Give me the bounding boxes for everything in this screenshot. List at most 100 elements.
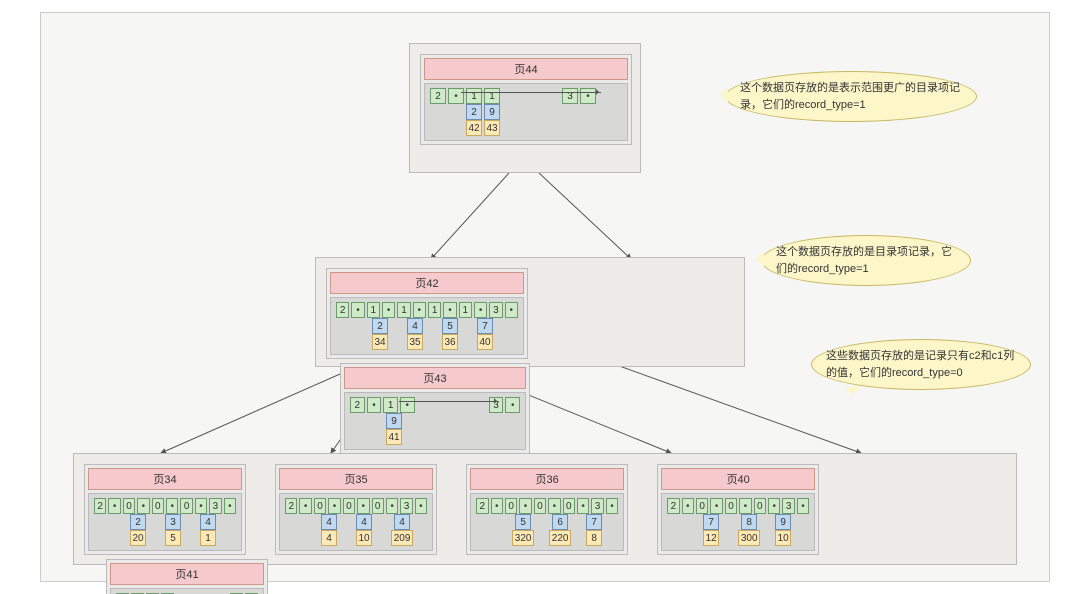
dot bbox=[606, 498, 618, 514]
supremum-type: 3 bbox=[489, 302, 502, 318]
c2-val: 4 bbox=[321, 514, 337, 530]
page-body: 2 0 0 0 3 5320 6220 78 bbox=[470, 493, 624, 551]
page-34: 页34 2 0 0 0 3 220 35 41 bbox=[84, 464, 246, 555]
level-2-box: 页34 2 0 0 0 3 220 35 41 页35 bbox=[73, 453, 1017, 565]
page-43: 页43 2 1 3 941 bbox=[340, 363, 530, 454]
rec-dot bbox=[443, 302, 456, 318]
dot bbox=[682, 498, 694, 514]
rec-type: 0 bbox=[314, 498, 326, 514]
idx-key: 9 bbox=[386, 413, 402, 429]
dot bbox=[328, 498, 340, 514]
c1-val: 300 bbox=[738, 530, 760, 546]
rec-type: 1 bbox=[484, 88, 500, 104]
callout-top: 这个数据页存放的是表示范围更广的目录项记录，它们的record_type=1 bbox=[725, 71, 977, 122]
idx-key: 2 bbox=[372, 318, 388, 334]
page-ptr: 42 bbox=[466, 120, 482, 136]
dot bbox=[739, 498, 751, 514]
rec-type: 0 bbox=[505, 498, 517, 514]
c2-val: 7 bbox=[703, 514, 719, 530]
page-body: 2 0 0 0 3 712 8300 910 bbox=[661, 493, 815, 551]
infimum-type: 2 bbox=[430, 88, 446, 104]
page-body: 2 1 1 1 1 3 234 435 536 74 bbox=[330, 297, 524, 355]
rec-type: 0 bbox=[534, 498, 546, 514]
link-arrow bbox=[399, 401, 499, 402]
callout-mid: 这个数据页存放的是目录项记录，它们的record_type=1 bbox=[761, 235, 971, 286]
infimum-dot bbox=[351, 302, 364, 318]
c2-val: 2 bbox=[130, 514, 146, 530]
link-arrow bbox=[461, 92, 601, 93]
page-ptr: 34 bbox=[372, 334, 388, 350]
page-body: 2 1 1 3 242 943 bbox=[424, 83, 628, 141]
page-ptr: 36 bbox=[442, 334, 458, 350]
idx-key: 7 bbox=[477, 318, 493, 334]
dot bbox=[491, 498, 503, 514]
supremum-dot bbox=[505, 302, 518, 318]
dot bbox=[519, 498, 531, 514]
c1-val: 320 bbox=[512, 530, 534, 546]
c2-val: 3 bbox=[165, 514, 181, 530]
dot bbox=[768, 498, 780, 514]
c2-val: 4 bbox=[356, 514, 372, 530]
page-40: 页40 2 0 0 0 3 712 8300 910 bbox=[657, 464, 819, 555]
infimum-type: 2 bbox=[285, 498, 297, 514]
c1-val: 12 bbox=[703, 530, 719, 546]
dot bbox=[797, 498, 809, 514]
rec-type: 1 bbox=[383, 397, 398, 413]
c2-val: 6 bbox=[552, 514, 568, 530]
page-body: 2 0 0 0 3 220 35 41 bbox=[88, 493, 242, 551]
page-title: 页35 bbox=[279, 468, 433, 490]
supremum-type: 3 bbox=[209, 498, 221, 514]
supremum-type: 3 bbox=[591, 498, 603, 514]
c1-val: 1 bbox=[200, 530, 216, 546]
dot bbox=[357, 498, 369, 514]
rec-dot bbox=[382, 302, 395, 318]
diagram-frame: 页44 2 1 1 3 242 943 页4 bbox=[40, 12, 1050, 582]
c2-val: 4 bbox=[394, 514, 410, 530]
page-title: 页44 bbox=[424, 58, 628, 80]
page-title: 页34 bbox=[88, 468, 242, 490]
c1-val: 5 bbox=[165, 530, 181, 546]
rec-type: 1 bbox=[459, 302, 472, 318]
rec-type: 0 bbox=[152, 498, 164, 514]
rec-type: 1 bbox=[466, 88, 482, 104]
dot bbox=[108, 498, 120, 514]
dot bbox=[548, 498, 560, 514]
callout-bot: 这些数据页存放的是记录只有c2和c1列的值，它们的record_type=0 bbox=[811, 339, 1031, 390]
page-ptr: 40 bbox=[477, 334, 493, 350]
level-0-box: 页44 2 1 1 3 242 943 bbox=[409, 43, 641, 173]
rec-type: 0 bbox=[343, 498, 355, 514]
rec-type: 0 bbox=[180, 498, 192, 514]
infimum-type: 2 bbox=[476, 498, 488, 514]
rec-type: 0 bbox=[754, 498, 766, 514]
dot bbox=[224, 498, 236, 514]
page-body: 2 1 3 941 bbox=[344, 392, 526, 450]
idx-key: 2 bbox=[466, 104, 482, 120]
rec-type: 0 bbox=[123, 498, 135, 514]
page-title: 页43 bbox=[344, 367, 526, 389]
c1-val: 220 bbox=[549, 530, 571, 546]
infimum-type: 2 bbox=[350, 397, 365, 413]
page-title: 页40 bbox=[661, 468, 815, 490]
page-41: 页41 2 0 3 9100 bbox=[106, 559, 268, 594]
c2-val: 9 bbox=[775, 514, 791, 530]
rec-type: 0 bbox=[563, 498, 575, 514]
dot bbox=[299, 498, 311, 514]
c1-val: 8 bbox=[586, 530, 602, 546]
c1-val: 209 bbox=[391, 530, 413, 546]
rec-type: 1 bbox=[428, 302, 441, 318]
c2-val: 7 bbox=[586, 514, 602, 530]
rec-type: 0 bbox=[372, 498, 384, 514]
level-1-box: 页42 2 1 1 1 1 3 234 bbox=[315, 257, 745, 367]
rec-type: 0 bbox=[696, 498, 708, 514]
idx-key: 5 bbox=[442, 318, 458, 334]
dot bbox=[195, 498, 207, 514]
c1-val: 10 bbox=[356, 530, 372, 546]
c2-val: 5 bbox=[515, 514, 531, 530]
infimum-dot bbox=[367, 397, 382, 413]
page-body: 2 0 0 0 3 44 410 4209 bbox=[279, 493, 433, 551]
dot bbox=[137, 498, 149, 514]
rec-dot bbox=[400, 397, 415, 413]
supremum-type: 3 bbox=[400, 498, 412, 514]
page-title: 页36 bbox=[470, 468, 624, 490]
rec-type: 0 bbox=[725, 498, 737, 514]
